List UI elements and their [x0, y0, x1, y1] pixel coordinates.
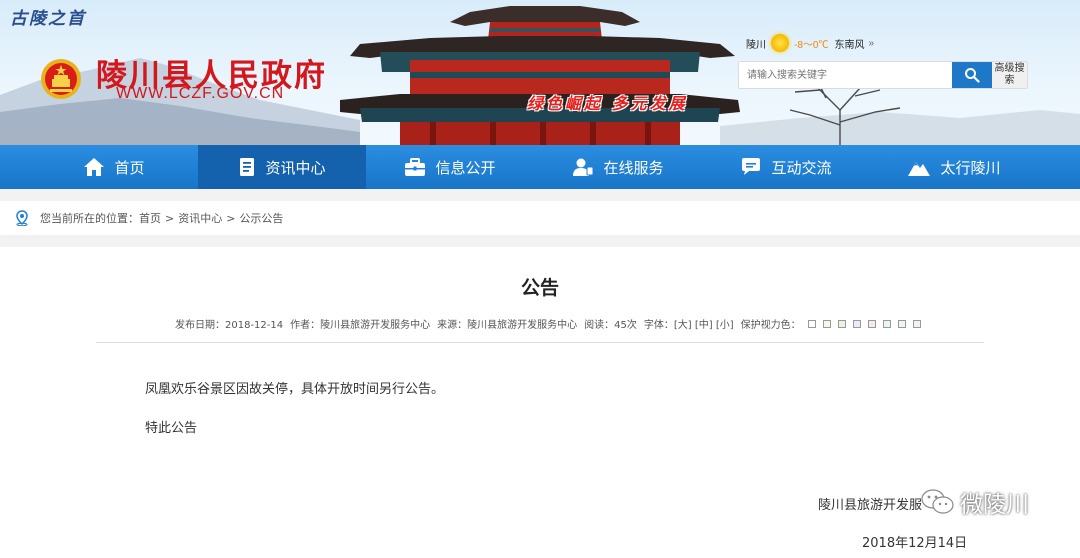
font-size-medium[interactable]: [中]: [695, 320, 713, 331]
nav-item-home[interactable]: 首页: [30, 145, 198, 189]
eye-care-swatch[interactable]: [837, 319, 846, 328]
eye-care-swatch[interactable]: [867, 319, 876, 328]
font-size-small[interactable]: [小]: [716, 320, 734, 331]
nav-label: 在线服务: [603, 158, 664, 177]
nav-item-info-disclosure[interactable]: 信息公开: [366, 145, 534, 189]
eye-care-swatch[interactable]: [852, 319, 861, 328]
meta-publish-date: 发布日期：2018-12-14: [175, 320, 284, 331]
search-input[interactable]: [739, 62, 952, 88]
meta-views: 阅读：45次: [584, 320, 637, 331]
eye-care-swatch[interactable]: [822, 319, 831, 328]
breadcrumb-link-news-center[interactable]: 资讯中心: [178, 210, 222, 226]
article-date: 2018年12月14日: [862, 536, 968, 551]
site-url: WWW.LCZF.GOV.CN: [116, 85, 285, 102]
nav-item-news-center[interactable]: 资讯中心: [198, 145, 366, 189]
nav-label: 资讯中心: [265, 158, 326, 177]
nav-label: 太行陵川: [940, 158, 1001, 177]
weather-widget[interactable]: 陵川 -8～0℃ 东南风 »: [746, 34, 874, 52]
weather-temp: -8～0℃: [794, 39, 829, 51]
article-title: 公告: [520, 277, 559, 299]
meta-author: 作者：陵川县旅游开发服务中心: [290, 320, 431, 331]
watermark-text: 微陵川: [960, 492, 1029, 518]
breadcrumb-separator: >: [226, 211, 236, 225]
weather-city: 陵川: [746, 39, 766, 51]
nav-label: 首页: [114, 158, 145, 177]
wechat-icon: [921, 489, 954, 514]
breadcrumb-link-announcements[interactable]: 公示公告: [239, 210, 283, 226]
national-emblem-icon: [41, 59, 81, 99]
font-size-label: 字体：: [643, 320, 674, 331]
nav-item-interaction[interactable]: 互动交流: [702, 145, 870, 189]
slogan-red: 绿色崛起 多元发展: [527, 94, 688, 113]
nav-label: 信息公开: [435, 158, 496, 177]
search-button[interactable]: [952, 62, 992, 88]
location-pin-icon: [16, 210, 28, 226]
document-icon: [240, 158, 255, 176]
font-size-large[interactable]: [大]: [674, 320, 692, 331]
nav-item-taihang-lingchuan[interactable]: 太行陵川: [870, 145, 1038, 189]
article: 公告 发布日期：2018-12-14 作者：陵川县旅游开发服务中心 来源：陵川县…: [0, 247, 1080, 558]
home-icon: [84, 158, 105, 176]
sun-icon: [771, 34, 789, 52]
article-paragraph: 特此公告: [145, 421, 198, 436]
eye-care-swatch[interactable]: [882, 319, 891, 328]
article-signer: 陵川县旅游开发服: [818, 498, 923, 513]
breadcrumb-separator: >: [165, 211, 175, 225]
breadcrumb-area: 您当前所在的位置： 首页 > 资讯中心 > 公示公告: [0, 189, 1080, 247]
nav-label: 互动交流: [771, 158, 832, 177]
chat-icon: [742, 158, 761, 175]
user-service-icon: [573, 158, 594, 176]
eye-care-swatch[interactable]: [897, 319, 906, 328]
breadcrumb: 您当前所在的位置： 首页 > 资讯中心 > 公示公告: [0, 201, 1080, 235]
eye-care-swatch[interactable]: [807, 319, 816, 328]
advanced-search-link[interactable]: 高级搜索: [992, 62, 1027, 88]
article-paragraph: 凤凰欢乐谷景区因故关停，具体开放时间另行公告。: [145, 382, 445, 397]
double-chevron-right-icon[interactable]: »: [868, 38, 874, 49]
briefcase-icon: [405, 158, 426, 176]
meta-source: 来源：陵川县旅游开发服务中心: [437, 320, 578, 331]
divider: [96, 342, 984, 343]
main-nav: 首页 资讯中心 信息公开 在线服务 互动交流 太行陵川: [0, 145, 1080, 189]
eye-care-swatch[interactable]: [912, 319, 921, 328]
breadcrumb-link-home[interactable]: 首页: [139, 210, 161, 226]
nav-item-online-service[interactable]: 在线服务: [534, 145, 702, 189]
header-banner: 古陵之首 陵川县人民政府 WWW.LCZF.GOV.CN 绿色崛起 多元发展 陵…: [0, 0, 1080, 145]
article-meta: 发布日期：2018-12-14 作者：陵川县旅游开发服务中心 来源：陵川县旅游开…: [175, 316, 928, 331]
search-icon: [965, 68, 980, 83]
font-size-control: 字体：[大] [中] [小]: [644, 316, 734, 331]
breadcrumb-prefix: 您当前所在的位置：: [40, 212, 139, 225]
search-bar: 高级搜索: [738, 61, 1028, 89]
slogan-top: 古陵之首: [10, 9, 86, 29]
eye-care-label: 保护视力色：: [740, 320, 801, 331]
weather-wind: 东南风: [834, 39, 865, 51]
mountain-icon: [908, 162, 931, 176]
tower-illustration: [340, 6, 740, 145]
watermark: 微陵川: [920, 485, 1029, 519]
